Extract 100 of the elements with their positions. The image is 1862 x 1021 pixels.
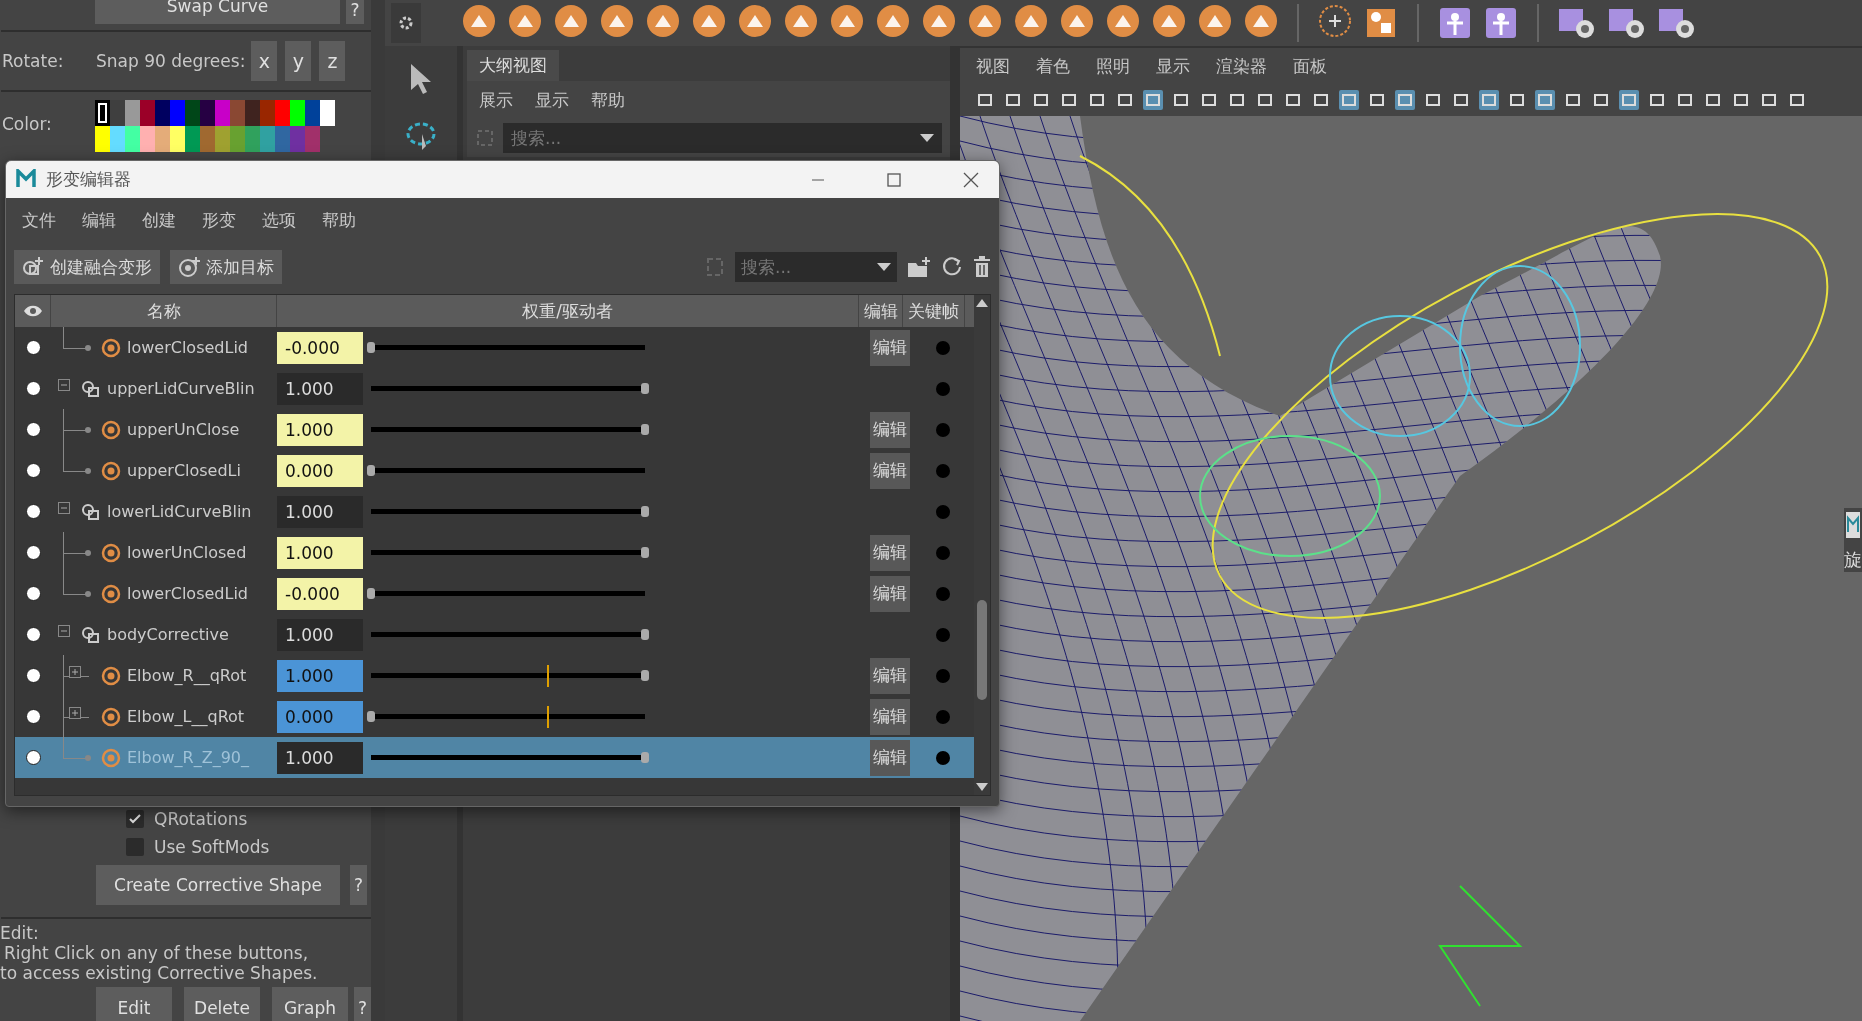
color-swatch[interactable] (155, 100, 170, 126)
edit-button[interactable]: 编辑 (870, 329, 910, 366)
edit-action-button[interactable]: Delete (184, 987, 260, 1021)
table-row[interactable]: Elbow_L__qRot 0.000 编辑 (15, 696, 974, 737)
visibility-dot[interactable] (25, 627, 41, 642)
visibility-dot[interactable] (25, 709, 41, 724)
table-row[interactable]: lowerUnClosed 1.000 编辑 (15, 532, 974, 573)
table-row[interactable]: upperUnClose 1.000 编辑 (15, 409, 974, 450)
trash-icon[interactable] (973, 256, 991, 278)
edit-action-button[interactable]: Graph (272, 987, 348, 1021)
menu-item[interactable]: 着色 (1036, 54, 1070, 78)
search-field[interactable]: 搜索... (735, 252, 897, 282)
color-swatch[interactable] (185, 126, 200, 152)
scrollbar-thumb[interactable] (977, 600, 987, 700)
keyframe-dot[interactable] (936, 586, 950, 601)
table-row[interactable]: upperClosedLi 0.000 编辑 (15, 450, 974, 491)
scroll-up-icon[interactable] (976, 299, 988, 307)
outliner-tab[interactable]: 大纲视图 (467, 50, 559, 81)
color-swatch[interactable] (260, 126, 275, 152)
axis-button[interactable]: z (319, 41, 346, 81)
weight-field[interactable]: 0.000 (277, 700, 363, 733)
table-row[interactable]: Elbow_R__qRot 1.000 编辑 (15, 655, 974, 696)
collapse-icon[interactable] (58, 625, 70, 637)
help-button[interactable]: ? (354, 987, 371, 1021)
visibility-dot[interactable] (25, 586, 41, 601)
axis-button[interactable]: x (251, 41, 278, 81)
color-swatch[interactable] (245, 100, 260, 126)
menu-item[interactable]: 选项 (262, 208, 296, 232)
toolbar-button[interactable]: 添加目标 (170, 250, 282, 284)
view-tool-icon[interactable] (1478, 89, 1500, 111)
table-row[interactable]: bodyCorrective 1.000 (15, 614, 974, 655)
help-button[interactable]: ? (346, 0, 364, 24)
scroll-down-icon[interactable] (976, 783, 988, 791)
color-swatch[interactable] (305, 100, 320, 126)
weight-field[interactable]: 1.000 (277, 659, 363, 692)
color-swatch[interactable] (230, 100, 245, 126)
color-swatch[interactable] (215, 126, 230, 152)
edit-button[interactable]: 编辑 (870, 534, 910, 571)
column-header[interactable]: 编辑 (859, 295, 903, 327)
axis-button[interactable]: y (285, 41, 312, 81)
edit-button[interactable]: 编辑 (870, 452, 910, 489)
color-swatch[interactable] (140, 100, 155, 126)
dropdown-caret-icon[interactable] (877, 263, 891, 271)
close-icon[interactable] (963, 171, 979, 188)
table-row[interactable]: upperLidCurveBlin 1.000 (15, 368, 974, 409)
menu-item[interactable]: 显示 (535, 88, 569, 112)
edit-button[interactable]: 编辑 (870, 657, 910, 694)
color-swatch[interactable] (110, 100, 125, 126)
slider-thumb[interactable] (367, 710, 375, 722)
menu-item[interactable]: 视图 (976, 54, 1010, 78)
view-tool-icon[interactable] (1338, 89, 1360, 111)
color-swatch[interactable] (200, 126, 215, 152)
slider-thumb[interactable] (641, 751, 649, 763)
color-swatch[interactable] (290, 100, 305, 126)
color-swatch[interactable] (275, 100, 290, 126)
help-button[interactable]: ? (350, 865, 367, 905)
keyframe-dot[interactable] (936, 381, 950, 396)
color-swatch[interactable] (275, 126, 290, 152)
keyframe-dot[interactable] (936, 709, 950, 724)
color-swatch[interactable] (110, 126, 125, 152)
edit-button[interactable]: 编辑 (870, 698, 910, 735)
figure-tool-icon[interactable] (1437, 5, 1473, 41)
color-swatch[interactable] (260, 100, 275, 126)
checkbox[interactable] (126, 838, 144, 856)
visibility-dot[interactable] (25, 463, 41, 478)
collapse-icon[interactable] (58, 502, 70, 514)
color-swatch[interactable] (215, 100, 230, 126)
color-swatch[interactable] (95, 126, 110, 152)
column-header[interactable]: 名称 (51, 295, 277, 327)
color-swatch[interactable] (125, 126, 140, 152)
color-swatch[interactable] (320, 100, 335, 126)
swap-curve-button[interactable]: Swap Curve (95, 0, 340, 24)
edit-button[interactable]: 编辑 (870, 739, 910, 776)
visibility-dot[interactable] (25, 750, 41, 765)
keyframe-dot[interactable] (936, 668, 950, 683)
menu-item[interactable]: 面板 (1293, 54, 1327, 78)
keyframe-dot[interactable] (936, 340, 950, 355)
menu-item[interactable]: 展示 (479, 88, 513, 112)
search-field[interactable]: 搜索... (503, 123, 942, 153)
menu-item[interactable]: 照明 (1096, 54, 1130, 78)
weight-field[interactable]: 1.000 (277, 536, 363, 569)
view-tool-icon[interactable] (1618, 89, 1640, 111)
checkbox[interactable] (126, 810, 144, 828)
selected-row[interactable]: Elbow_R_Z_90_ 1.000 编辑 (15, 737, 974, 778)
menu-item[interactable]: 帮助 (322, 208, 356, 232)
menu-item[interactable]: 渲染器 (1216, 54, 1267, 78)
slider-thumb[interactable] (641, 382, 649, 394)
visibility-dot[interactable] (25, 422, 41, 437)
dropdown-caret-icon[interactable] (920, 134, 934, 142)
keyframe-dot[interactable] (936, 750, 950, 765)
expand-icon[interactable] (69, 666, 81, 678)
view-tool-icon[interactable] (1534, 89, 1556, 111)
keyframe-dot[interactable] (936, 422, 950, 437)
table-row[interactable]: lowerLidCurveBlin 1.000 (15, 491, 974, 532)
settings-icon[interactable] (398, 15, 414, 31)
slider-thumb[interactable] (641, 423, 649, 435)
keyframe-dot[interactable] (936, 463, 950, 478)
slider-thumb[interactable] (641, 546, 649, 558)
slider-thumb[interactable] (641, 628, 649, 640)
weight-field[interactable]: 1.000 (277, 413, 363, 446)
